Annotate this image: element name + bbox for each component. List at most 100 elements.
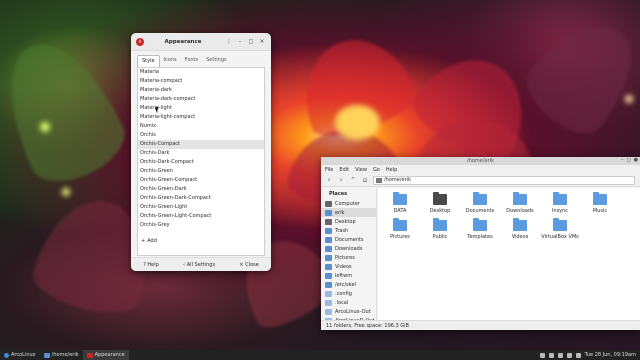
sidebar-item-label: Documents — [335, 236, 364, 243]
sidebar-item[interactable]: .config — [321, 289, 376, 298]
file-manager-titlebar[interactable]: /home/erik – ◻ ● — [321, 157, 640, 165]
sidebar-item[interactable]: Trash — [321, 226, 376, 235]
close-icon[interactable]: ● — [634, 157, 638, 163]
sidebar-item[interactable]: erik — [321, 208, 376, 217]
theme-item[interactable]: Orchis-Dark — [138, 149, 264, 158]
file-item-label: Insync — [551, 208, 569, 214]
sidebar-item[interactable]: /etc/skel — [321, 280, 376, 289]
volume-icon[interactable] — [557, 352, 563, 358]
update-icon[interactable] — [539, 352, 545, 358]
folder-icon — [393, 218, 407, 231]
close-icon[interactable]: × — [258, 38, 266, 46]
tab-settings[interactable]: Settings — [202, 55, 231, 67]
network-icon[interactable] — [548, 352, 554, 358]
minimize-icon[interactable]: – — [621, 157, 624, 163]
folder-icon — [325, 272, 332, 279]
folder-icon — [513, 218, 527, 231]
taskbar-item-label: Appearance — [94, 352, 125, 358]
sidebar-item[interactable]: Documents — [321, 235, 376, 244]
tab-style[interactable]: Style — [137, 55, 160, 67]
taskbar-item-appearance[interactable]: Appearance — [82, 350, 129, 360]
theme-item[interactable]: Materia-light-compact — [138, 113, 264, 122]
theme-item[interactable]: Materia-dark — [138, 86, 264, 95]
menu-file[interactable]: File — [325, 167, 333, 173]
minimize-icon[interactable]: – — [236, 38, 244, 46]
sidebar-item[interactable]: leftwm — [321, 271, 376, 280]
menu-go[interactable]: Go — [373, 167, 380, 173]
sidebar-item[interactable]: .local — [321, 298, 376, 307]
home-icon[interactable]: ⌂ — [361, 176, 369, 184]
theme-item[interactable]: Numix — [138, 122, 264, 131]
menu-dots-icon[interactable]: ⋮ — [225, 38, 233, 46]
sidebar-item[interactable]: Videos — [321, 262, 376, 271]
add-theme-button[interactable]: + Add — [141, 238, 157, 244]
close-button[interactable]: × Close — [239, 262, 258, 268]
menu-edit[interactable]: Edit — [339, 167, 349, 173]
places-header: Places — [329, 191, 348, 197]
theme-item[interactable]: Orchis-Green-Light-Compact — [138, 212, 264, 221]
theme-item[interactable]: Orchis-Green-Dark — [138, 185, 264, 194]
power-icon[interactable] — [575, 352, 581, 358]
all-settings-button[interactable]: ‹ All Settings — [183, 262, 215, 268]
theme-item[interactable]: Materia — [138, 68, 264, 77]
maximize-icon[interactable]: ◻ — [626, 157, 630, 163]
plus-icon: + — [141, 238, 146, 244]
clock[interactable]: Tue 28 Jun, 09:19am — [585, 352, 636, 358]
maximize-icon[interactable]: ◻ — [247, 38, 255, 46]
location-text: /home/erik — [384, 177, 411, 183]
theme-item[interactable]: Orchis-Green-Compact — [138, 176, 264, 185]
theme-item[interactable]: Orchis-Dark-Compact — [138, 158, 264, 167]
tab-fonts[interactable]: Fonts — [181, 55, 203, 67]
theme-item[interactable]: Orchis-Compact — [138, 140, 264, 149]
window-title: /home/erik — [467, 158, 494, 164]
sidebar-item-label: ArcoLinux-Out — [335, 308, 371, 315]
file-item[interactable]: Pictures — [380, 218, 420, 240]
back-icon[interactable]: ‹ — [325, 176, 333, 184]
theme-item[interactable]: Orchis-Green-Dark-Compact — [138, 194, 264, 203]
file-item[interactable]: Videos — [500, 218, 540, 240]
theme-list[interactable]: Materia Materia-compact Materia-dark Materi… — [137, 67, 265, 256]
file-item-label: Public — [432, 234, 448, 240]
theme-item[interactable]: Orchis-Grey — [138, 221, 264, 230]
folder-icon — [473, 192, 487, 205]
folder-icon — [325, 218, 332, 225]
sidebar-item-label: Videos — [335, 263, 352, 270]
battery-icon[interactable] — [566, 352, 572, 358]
theme-item[interactable]: Materia-dark-compact — [138, 95, 264, 104]
taskbar-item-label: ArcoLinux — [11, 352, 36, 358]
file-view[interactable]: DATA Desktop Documents Downloads Insync Music… — [378, 188, 640, 320]
file-item[interactable]: Downloads — [500, 192, 540, 214]
file-item[interactable]: VirtualBox VMs — [540, 218, 580, 240]
taskbar-start-button[interactable]: ArcoLinux — [0, 350, 40, 360]
theme-item[interactable]: Orchis-Green-Light — [138, 203, 264, 212]
menu-help[interactable]: Help — [386, 167, 397, 173]
file-item[interactable]: Music — [580, 192, 620, 214]
taskbar-item-file-manager[interactable]: /home/erik — [40, 350, 83, 360]
folder-icon — [553, 218, 567, 231]
theme-item[interactable]: Orchis — [138, 131, 264, 140]
sidebar-item[interactable]: Computer — [321, 199, 376, 208]
file-item[interactable]: DATA — [380, 192, 420, 214]
up-icon[interactable]: ⌃ — [349, 176, 357, 184]
file-item[interactable]: Insync — [540, 192, 580, 214]
help-button[interactable]: ? Help — [143, 262, 159, 268]
file-item-label: Music — [592, 208, 608, 214]
file-item[interactable]: Templates — [460, 218, 500, 240]
file-item[interactable]: Public — [420, 218, 460, 240]
forward-icon[interactable]: › — [337, 176, 345, 184]
theme-item[interactable]: Orchis-Green — [138, 167, 264, 176]
sidebar-item[interactable]: Downloads — [321, 244, 376, 253]
folder-icon — [325, 299, 332, 306]
sidebar-item[interactable]: Desktop — [321, 217, 376, 226]
trash-icon — [325, 227, 332, 234]
appearance-icon — [86, 352, 93, 358]
theme-item[interactable]: Materia-compact — [138, 77, 264, 86]
sidebar-item[interactable]: ArcoLinux-Out — [321, 307, 376, 316]
appearance-titlebar[interactable]: A Appearance ⋮ – ◻ × — [131, 33, 271, 51]
file-item[interactable]: Documents — [460, 192, 500, 214]
tab-icons[interactable]: Icons — [160, 55, 181, 67]
file-item[interactable]: Desktop — [420, 192, 460, 214]
sidebar-item[interactable]: Pictures — [321, 253, 376, 262]
menu-view[interactable]: View — [355, 167, 367, 173]
location-bar[interactable]: /home/erik — [373, 175, 635, 185]
